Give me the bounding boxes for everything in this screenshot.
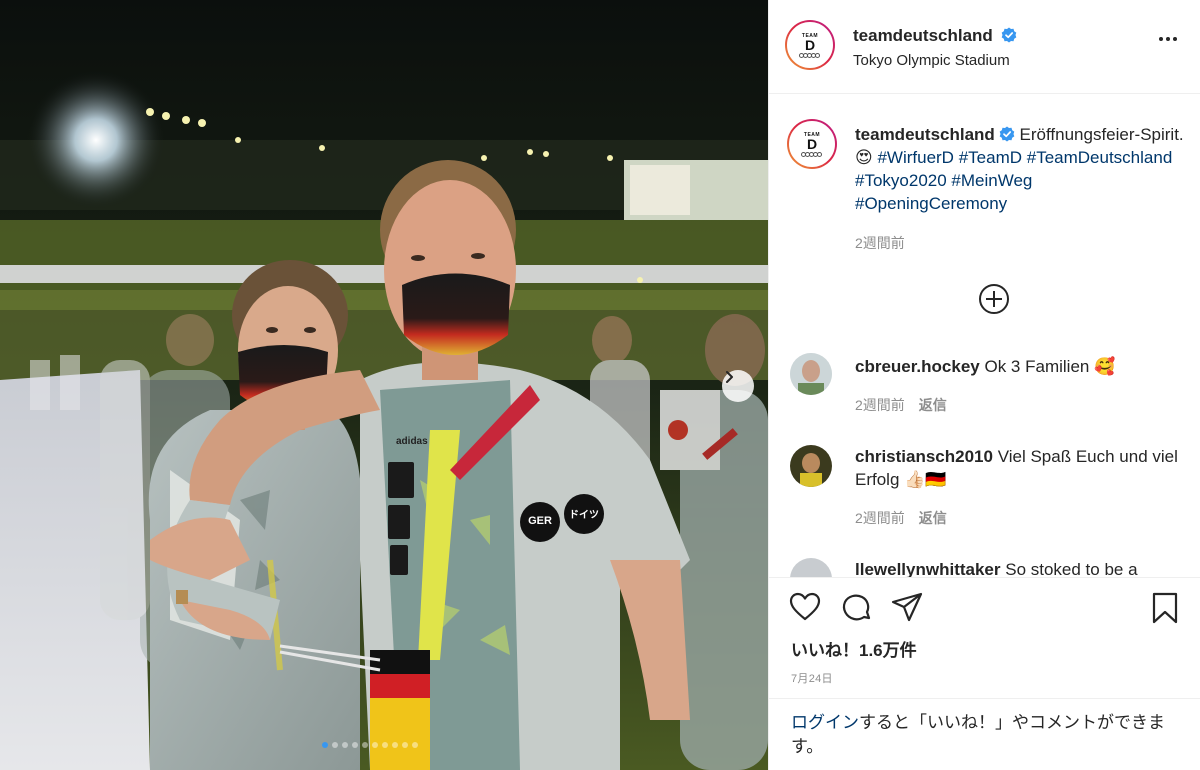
reply-button[interactable]: 返信 <box>919 397 947 413</box>
post-actions: いいね！1.6万件 7月24日 <box>769 577 1200 697</box>
carousel-dot <box>342 742 348 748</box>
hashtag-link[interactable]: #Tokyo2020 <box>855 171 947 190</box>
comment: cbreuer.hockey Ok 3 Familien 🥰 <box>855 355 1185 378</box>
login-link[interactable]: ログイン <box>791 713 859 732</box>
carousel-indicator <box>322 742 418 748</box>
commenter-avatar[interactable] <box>790 558 832 577</box>
brand-label: adidas <box>396 436 428 447</box>
like-count[interactable]: いいね！1.6万件 <box>791 636 917 661</box>
photo-scene <box>0 0 768 770</box>
comments-section[interactable]: TEAM D teamdeutschland Eröffnungsfeier-S… <box>769 95 1200 577</box>
avatar-logo-d: D <box>804 36 816 53</box>
bookmark-icon[interactable] <box>1151 592 1179 624</box>
carousel-dot <box>392 742 398 748</box>
badge-ger: GER <box>528 515 552 527</box>
carousel-dot <box>332 742 338 748</box>
heart-icon[interactable] <box>789 592 821 622</box>
carousel-dot <box>352 742 358 748</box>
post-location[interactable]: Tokyo Olympic Stadium <box>853 52 1010 69</box>
hashtag-link[interactable]: #TeamD <box>959 148 1022 167</box>
user-photo-icon <box>790 353 832 395</box>
carousel-dot <box>362 742 368 748</box>
account-avatar[interactable]: TEAM D <box>785 20 835 70</box>
comment-text: So stoked to be a <box>1005 560 1138 577</box>
hashtag-link[interactable]: #MeinWeg <box>951 171 1032 190</box>
user-photo-icon <box>790 445 832 487</box>
caption-username[interactable]: teamdeutschland <box>855 125 995 144</box>
carousel-dot <box>322 742 328 748</box>
header-username[interactable]: teamdeutschland <box>853 26 993 45</box>
verified-badge-icon <box>1001 27 1017 43</box>
post-photo[interactable]: GER ドイツ adidas <box>0 0 768 770</box>
login-prompt: ログインすると「いいね！」やコメントができます。 <box>769 698 1200 770</box>
comment-timestamp[interactable]: 2週間前 <box>855 510 905 526</box>
post-side-panel: TEAM D teamdeutschland Tokyo Olympic Sta… <box>768 0 1200 770</box>
olympic-rings-icon <box>801 151 822 157</box>
comment-meta: 2週間前 返信 <box>855 508 947 528</box>
avatar-logo-d: D <box>806 135 818 152</box>
comment-meta: 2週間前 返信 <box>855 395 947 415</box>
comment: llewellynwhittaker So stoked to be a <box>855 558 1185 577</box>
badge-doitsu: ドイツ <box>569 510 599 521</box>
comment-timestamp[interactable]: 2週間前 <box>855 397 905 413</box>
carousel-dot <box>382 742 388 748</box>
carousel-dot <box>372 742 378 748</box>
share-icon[interactable] <box>891 592 923 622</box>
comment-username[interactable]: llewellynwhittaker <box>855 560 1001 577</box>
comment: christiansch2010 Viel Spaß Euch und viel… <box>855 445 1185 491</box>
verified-badge-icon <box>999 126 1015 142</box>
caption: teamdeutschland Eröffnungsfeier-Spirit. … <box>855 123 1185 215</box>
carousel-dot <box>412 742 418 748</box>
load-more-comments-icon[interactable] <box>978 283 1010 315</box>
caption-timestamp[interactable]: 2週間前 <box>855 233 905 253</box>
caption-avatar[interactable]: TEAM D <box>787 119 837 169</box>
olympic-rings-icon <box>799 52 820 58</box>
comment-icon[interactable] <box>841 592 873 624</box>
hashtag-link[interactable]: #WirfuerD <box>877 148 954 167</box>
reply-button[interactable]: 返信 <box>919 510 947 526</box>
commenter-avatar[interactable] <box>790 353 832 395</box>
hashtag-link[interactable]: #OpeningCeremony <box>855 194 1007 213</box>
post-date[interactable]: 7月24日 <box>791 670 833 686</box>
post-header: TEAM D teamdeutschland Tokyo Olympic Sta… <box>769 0 1200 94</box>
comment-text: Ok 3 Familien 🥰 <box>984 357 1116 376</box>
hashtag-link[interactable]: #TeamDeutschland <box>1027 148 1173 167</box>
commenter-avatar[interactable] <box>790 445 832 487</box>
more-options-icon[interactable] <box>1158 36 1178 42</box>
comment-username[interactable]: christiansch2010 <box>855 447 993 466</box>
comment-username[interactable]: cbreuer.hockey <box>855 357 980 376</box>
carousel-dot <box>402 742 408 748</box>
chevron-right-icon <box>726 371 733 383</box>
carousel-next-button[interactable] <box>722 370 754 402</box>
